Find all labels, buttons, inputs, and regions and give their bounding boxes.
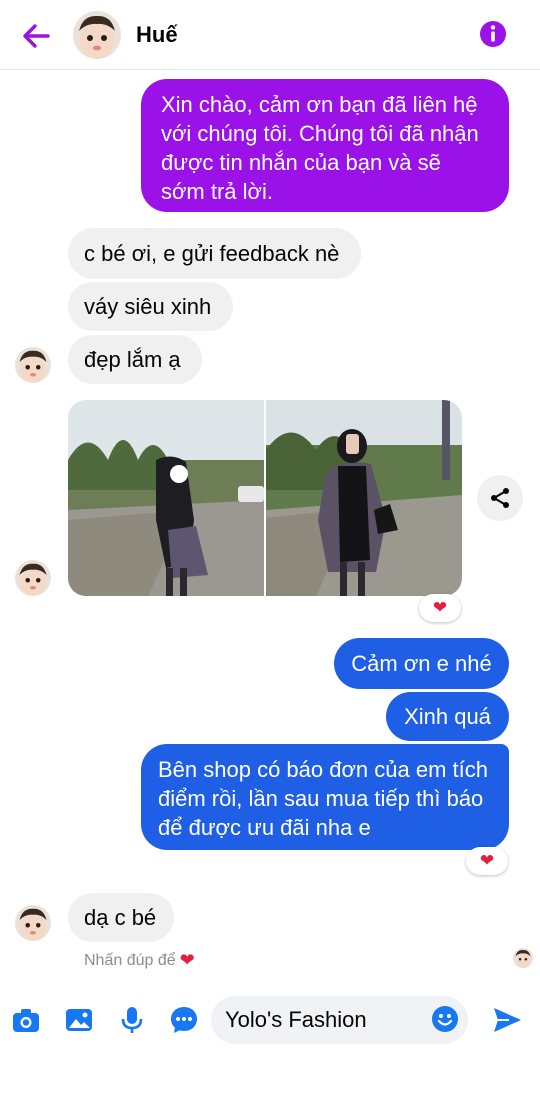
chat-header: Huế <box>0 0 540 70</box>
contact-avatar-small[interactable] <box>15 905 51 941</box>
message-incoming[interactable]: váy siêu xinh <box>68 282 233 331</box>
message-outgoing[interactable]: Xin chào, cảm ơn bạn đã liên hệ với chún… <box>141 79 509 212</box>
message-incoming[interactable]: c bé ơi, e gửi feedback nè <box>68 228 361 279</box>
microphone-icon[interactable] <box>116 1004 148 1036</box>
message-incoming[interactable]: dạ c bé <box>68 893 174 942</box>
message-incoming[interactable]: đẹp lắm ạ <box>68 335 202 384</box>
contact-avatar-small[interactable] <box>15 347 51 383</box>
message-outgoing[interactable]: Bên shop có báo đơn của em tích điểm rồi… <box>141 744 509 850</box>
back-arrow-icon[interactable] <box>18 18 54 54</box>
contact-avatar[interactable] <box>73 11 121 59</box>
double-tap-hint: Nhấn đúp để ❤ <box>84 950 195 971</box>
message-outgoing[interactable]: Cảm ơn e nhé <box>334 638 509 689</box>
info-icon[interactable] <box>478 19 508 49</box>
seen-avatar <box>513 948 533 968</box>
message-input[interactable]: Yolo's Fashion <box>211 996 468 1044</box>
hint-text: Nhấn đúp để <box>84 951 176 969</box>
heart-reaction[interactable]: ❤ <box>419 594 461 622</box>
emoji-icon[interactable] <box>431 1005 459 1033</box>
contact-avatar-small[interactable] <box>15 560 51 596</box>
system-nav-area <box>0 1090 540 1098</box>
send-icon[interactable] <box>491 1004 523 1036</box>
feedback-photo-2[interactable] <box>266 400 462 596</box>
gallery-icon[interactable] <box>63 1004 95 1036</box>
feedback-photo-1[interactable] <box>68 400 264 596</box>
message-composer: Yolo's Fashion <box>0 990 540 1054</box>
share-icon[interactable] <box>477 475 523 521</box>
camera-icon[interactable] <box>10 1004 42 1036</box>
message-outgoing[interactable]: Xinh quá <box>386 692 509 741</box>
chat-more-icon[interactable] <box>168 1004 200 1036</box>
contact-name[interactable]: Huế <box>136 22 178 48</box>
heart-reaction[interactable]: ❤ <box>466 847 508 875</box>
heart-icon: ❤ <box>179 950 195 970</box>
